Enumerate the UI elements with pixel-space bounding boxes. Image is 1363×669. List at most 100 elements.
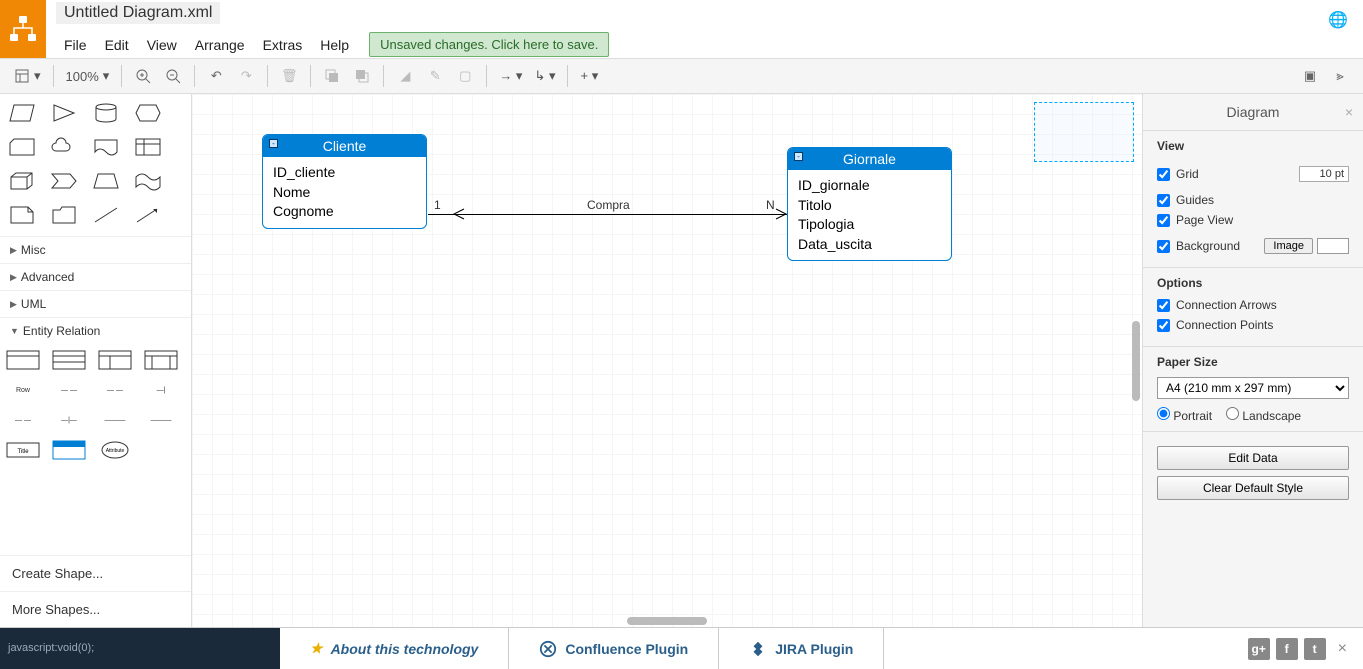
shape-line[interactable]	[90, 202, 122, 230]
entity-cliente[interactable]: -Cliente ID_cliente Nome Cognome	[262, 134, 427, 229]
options-heading: Options	[1157, 276, 1349, 290]
shape-triangle[interactable]	[48, 100, 80, 128]
zoom-in-icon[interactable]	[129, 62, 157, 90]
undo-icon[interactable]: ↶	[202, 62, 230, 90]
cat-uml[interactable]: ▶UML	[0, 290, 191, 317]
relation-line[interactable]	[428, 214, 787, 215]
er-row2[interactable]: — —	[52, 380, 86, 400]
stroke-icon[interactable]: ✎	[421, 62, 449, 90]
close-footer-icon[interactable]: ×	[1332, 640, 1353, 658]
shape-card[interactable]	[6, 134, 38, 162]
view-heading: View	[1157, 139, 1349, 153]
er-blue[interactable]	[52, 440, 86, 460]
er-row[interactable]: Row	[6, 380, 40, 400]
canvas[interactable]: -Cliente ID_cliente Nome Cognome - Giorna…	[192, 94, 1143, 627]
save-button[interactable]: Unsaved changes. Click here to save.	[369, 32, 609, 57]
shape-step[interactable]	[48, 168, 80, 196]
collapse-icon[interactable]: -	[794, 152, 803, 161]
clear-style-button[interactable]: Clear Default Style	[1157, 476, 1349, 500]
shape-folder[interactable]	[48, 202, 80, 230]
to-front-icon[interactable]	[318, 62, 346, 90]
edit-data-button[interactable]: Edit Data	[1157, 446, 1349, 470]
waypoint-dropdown[interactable]: ↳ ▾	[528, 68, 561, 84]
cat-advanced[interactable]: ▶Advanced	[0, 263, 191, 290]
menu-arrange[interactable]: Arrange	[187, 33, 253, 57]
er-row6[interactable]: —|—	[52, 410, 86, 430]
filename[interactable]: Untitled Diagram.xml	[56, 2, 220, 24]
er-row3[interactable]: — —	[98, 380, 132, 400]
more-shapes-link[interactable]: More Shapes...	[0, 591, 191, 627]
paper-size-select[interactable]: A4 (210 mm x 297 mm)	[1157, 377, 1349, 399]
shape-parallelogram[interactable]	[6, 100, 38, 128]
conn-points-checkbox[interactable]	[1157, 319, 1170, 332]
conn-arrows-checkbox[interactable]	[1157, 299, 1170, 312]
view-dropdown[interactable]: ▾	[8, 68, 47, 84]
menu-help[interactable]: Help	[312, 33, 357, 57]
portrait-radio[interactable]	[1157, 407, 1170, 420]
pageview-checkbox[interactable]	[1157, 214, 1170, 227]
shape-table[interactable]	[132, 134, 164, 162]
guides-checkbox[interactable]	[1157, 194, 1170, 207]
h-scrollbar[interactable]	[627, 617, 707, 625]
er-row4[interactable]: —|	[144, 380, 178, 400]
menu-edit[interactable]: Edit	[97, 33, 137, 57]
create-shape-link[interactable]: Create Shape...	[0, 555, 191, 591]
footer-tab-jira[interactable]: JIRA Plugin	[719, 628, 884, 669]
app-logo[interactable]	[0, 0, 46, 58]
attr: Data_uscita	[798, 235, 941, 255]
shape-trap[interactable]	[90, 168, 122, 196]
to-back-icon[interactable]	[348, 62, 376, 90]
zoom-dropdown[interactable]: 100% ▾	[60, 68, 116, 84]
er-row7[interactable]: ———	[98, 410, 132, 430]
shape-note[interactable]	[6, 202, 38, 230]
er-row5[interactable]: — —	[6, 410, 40, 430]
grid-size-input[interactable]: 10 pt	[1299, 166, 1349, 182]
er-attribute[interactable]: Attribute	[98, 440, 132, 460]
landscape-radio[interactable]	[1226, 407, 1239, 420]
grid-checkbox[interactable]	[1157, 168, 1170, 181]
outline-panel[interactable]	[1034, 102, 1134, 162]
shape-document[interactable]	[90, 134, 122, 162]
twitter-icon[interactable]: t	[1304, 638, 1326, 660]
footer-tab-about[interactable]: ★About this technology	[280, 628, 509, 669]
shape-cube[interactable]	[6, 168, 38, 196]
er-row8[interactable]: ———	[144, 410, 178, 430]
shadow-icon[interactable]: ▢	[451, 62, 479, 90]
format-panel-icon[interactable]: ⪢	[1326, 62, 1354, 90]
redo-icon[interactable]: ↷	[232, 62, 260, 90]
attr: Tipologia	[798, 215, 941, 235]
menu-extras[interactable]: Extras	[255, 33, 311, 57]
facebook-icon[interactable]: f	[1276, 638, 1298, 660]
er-table2[interactable]	[52, 350, 86, 370]
cat-er[interactable]: ▼Entity Relation	[0, 317, 191, 344]
shape-hexagon[interactable]	[132, 100, 164, 128]
menu-view[interactable]: View	[139, 33, 185, 57]
add-dropdown[interactable]: + ▾	[574, 68, 604, 84]
er-title[interactable]: Title	[6, 440, 40, 460]
entity-title: Giornale	[843, 151, 896, 167]
bg-color-swatch[interactable]	[1317, 238, 1349, 254]
menu-file[interactable]: File	[56, 33, 95, 57]
close-icon[interactable]: ×	[1345, 104, 1353, 120]
footer-tab-confluence[interactable]: Confluence Plugin	[509, 628, 719, 669]
er-table3[interactable]	[98, 350, 132, 370]
zoom-out-icon[interactable]	[159, 62, 187, 90]
connection-dropdown[interactable]: → ▾	[493, 68, 528, 84]
shape-tape[interactable]	[132, 168, 164, 196]
globe-icon[interactable]: 🌐	[1328, 10, 1348, 30]
er-table4[interactable]	[144, 350, 178, 370]
gplus-icon[interactable]: g+	[1248, 638, 1270, 660]
shape-cylinder[interactable]	[90, 100, 122, 128]
v-scrollbar[interactable]	[1132, 321, 1140, 401]
cat-misc[interactable]: ▶Misc	[0, 236, 191, 263]
fullscreen-icon[interactable]: ▣	[1296, 62, 1324, 90]
entity-giornale[interactable]: -Giornale ID_giornale Titolo Tipologia D…	[787, 147, 952, 261]
collapse-icon[interactable]: -	[269, 139, 278, 148]
er-table1[interactable]	[6, 350, 40, 370]
image-button[interactable]: Image	[1264, 238, 1313, 254]
background-checkbox[interactable]	[1157, 240, 1170, 253]
delete-icon[interactable]: 🗑	[275, 62, 303, 90]
shape-arrow-line[interactable]	[132, 202, 164, 230]
shape-cloud[interactable]	[48, 134, 80, 162]
fill-icon[interactable]: ◢	[391, 62, 419, 90]
